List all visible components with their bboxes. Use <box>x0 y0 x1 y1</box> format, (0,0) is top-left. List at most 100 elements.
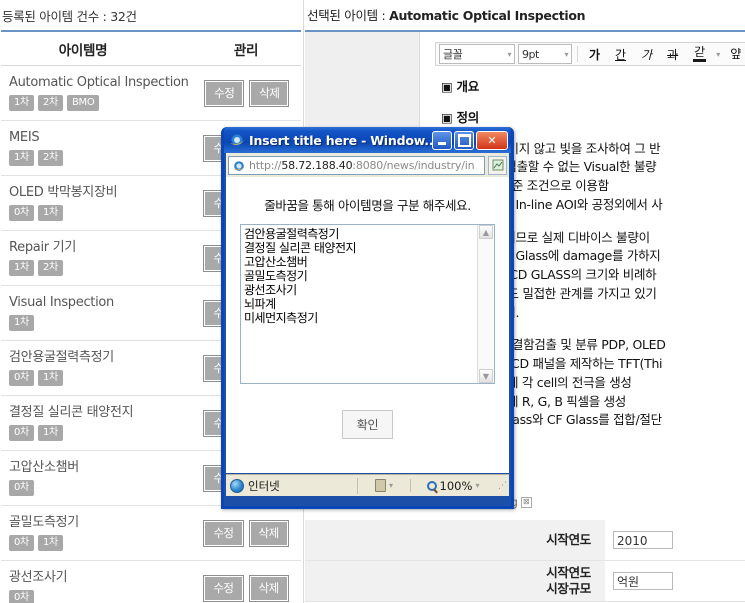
item-badges: 1차 2차 <box>9 149 187 166</box>
heading-overview: ▣ 개요 <box>441 79 479 94</box>
status-badge: 1차 <box>37 204 63 221</box>
highlight-icon: 얖 <box>730 48 741 60</box>
status-badge: 1차 <box>9 259 34 276</box>
strikethrough-button[interactable]: 과 <box>661 45 684 64</box>
lock-icon <box>374 479 386 492</box>
field-label: 시작연도 시장규모 <box>305 561 605 601</box>
chevron-down-icon[interactable]: ▾ <box>389 481 393 490</box>
chevron-down-icon: ▾ <box>564 49 568 59</box>
scroll-down-icon[interactable]: ▼ <box>479 369 493 383</box>
selected-item-prefix: 선택된 아이템 : <box>307 8 390 23</box>
item-name[interactable]: 결정질 실리콘 태양전지 <box>9 405 187 421</box>
status-badge: 1차 <box>37 534 63 551</box>
url-input[interactable]: http://58.72.188.40:8080/news/industry/i… <box>228 155 485 175</box>
item-name[interactable]: Repair 기기 <box>9 240 187 256</box>
minimize-button[interactable] <box>432 130 452 150</box>
zoom-control[interactable]: 100% ▾ <box>411 479 495 493</box>
item-name[interactable]: 광선조사기 <box>9 570 187 586</box>
item-name[interactable]: 골밀도측정기 <box>9 515 187 531</box>
url-text: http://58.72.188.40:8080/news/industry/i… <box>249 158 475 172</box>
status-badge: 0차 <box>9 204 34 221</box>
maximize-button[interactable] <box>454 130 474 150</box>
security-zone-label: 인터넷 <box>248 478 280 493</box>
row-actions: 수정삭제 <box>191 519 301 547</box>
window-controls: ✕ <box>432 130 508 150</box>
status-badge: 1차 <box>9 149 34 166</box>
status-badge: 2차 <box>37 94 63 111</box>
remove-attachment-icon[interactable]: ⊠ <box>520 496 532 508</box>
status-badge: 0차 <box>9 589 34 603</box>
bold-button[interactable]: 가 <box>583 45 606 64</box>
field-input[interactable]: 2010 <box>613 531 673 549</box>
close-button[interactable]: ✕ <box>476 130 508 150</box>
textarea-scrollbar[interactable]: ▲ ▼ <box>477 225 494 383</box>
delete-button[interactable]: 삭제 <box>248 574 289 602</box>
item-info: 광선조사기 0차 <box>1 562 191 603</box>
status-badge: 1차 <box>37 369 63 386</box>
status-badge: 0차 <box>9 424 34 441</box>
delete-button[interactable]: 삭제 <box>248 519 289 547</box>
item-badges: 0차 1차 <box>9 204 187 221</box>
status-badge: BMO <box>66 94 100 111</box>
column-header-manage: 관리 <box>233 42 259 59</box>
item-name[interactable]: 검안용굴절력측정기 <box>9 350 187 366</box>
list-column-headers: 아이템명 관리 <box>1 32 301 66</box>
item-info: 검안용굴절력측정기 0차 1차 <box>1 342 191 393</box>
table-row[interactable]: Automatic Optical Inspection 1차 2차 BMO 수정 삭제 <box>1 66 301 121</box>
edit-button[interactable]: 수정 <box>203 574 244 602</box>
internet-explorer-icon <box>229 132 245 148</box>
resize-grip-icon[interactable]: ⋰ <box>495 481 509 491</box>
screen: 등록된 아이템 건수 : 32건 아이템명 관리 Automatic Optic… <box>0 0 745 603</box>
status-bar: 인터넷 ▾ 100% ▾ ⋰ <box>226 474 509 496</box>
highlight-glyph: 얖 <box>730 47 742 61</box>
security-zone: 인터넷 <box>226 477 358 494</box>
underline-button[interactable]: 간 <box>609 45 632 64</box>
edit-button[interactable]: 수정 <box>204 79 245 107</box>
font-color-button[interactable]: 갇 <box>687 45 712 64</box>
protected-mode-indicator[interactable]: ▾ <box>358 479 411 492</box>
item-name[interactable]: OLED 박막봉지장비 <box>9 185 187 201</box>
field-label: 시작연도 <box>305 520 605 560</box>
column-header-name: 아이템명 <box>58 42 108 59</box>
dialog-footer: 확인 <box>226 384 509 439</box>
font-family-select[interactable]: 글꼴 ▾ <box>439 44 515 64</box>
chevron-down-icon[interactable]: ▾ <box>475 481 479 490</box>
delete-button[interactable]: 삭제 <box>249 79 290 107</box>
edit-button[interactable]: 수정 <box>203 519 244 547</box>
row-actions: 수정삭제 <box>193 79 301 107</box>
field-input[interactable]: 억원 <box>613 572 673 590</box>
field-row: 시작연도 2010 <box>305 520 745 561</box>
item-info: 골밀도측정기 0차 1차 <box>1 507 191 558</box>
highlight-color-button[interactable]: 얖 <box>724 45 745 64</box>
table-row[interactable]: 광선조사기 0차 수정 삭제 <box>1 561 301 603</box>
editor-toolbar: 글꼴 ▾ 9pt ▾ 가 간 가 과 갇 ▾ 얖 <box>435 42 745 66</box>
selected-item-name: Automatic Optical Inspection <box>389 8 586 23</box>
italic-button[interactable]: 가 <box>635 45 658 64</box>
field-row: 시작연도 시장규모 억원 <box>305 561 745 602</box>
item-names-textarea[interactable]: 검안용굴절력측정기 결정질 실리콘 태양전지 고압산소챔버 골밀도측정기 광선조… <box>241 225 477 383</box>
selected-item-line: 선택된 아이템 : Automatic Optical Inspection <box>305 0 745 30</box>
item-info: MEIS 1차 2차 <box>1 122 191 173</box>
window-titlebar[interactable]: Insert title here - Window... ✕ <box>224 127 511 153</box>
item-name[interactable]: Automatic Optical Inspection <box>9 75 189 91</box>
item-name[interactable]: MEIS <box>9 130 187 146</box>
window-title: Insert title here - Window... <box>249 132 432 148</box>
table-row[interactable]: 골밀도측정기 0차 1차 수정 삭제 <box>1 506 301 561</box>
item-name[interactable]: 고압산소챔버 <box>9 460 187 476</box>
item-badges: 1차 2차 BMO <box>9 94 189 111</box>
globe-icon <box>230 478 244 493</box>
address-bar: http://58.72.188.40:8080/news/industry/i… <box>226 153 509 177</box>
item-badges: 1차 <box>9 314 187 331</box>
row-actions: 수정삭제 <box>191 574 301 602</box>
item-info: Visual Inspection 1차 <box>1 287 191 338</box>
confirm-button[interactable]: 확인 <box>341 410 394 439</box>
go-button[interactable] <box>488 155 507 175</box>
popup-window: Insert title here - Window... ✕ http://5… <box>221 127 514 509</box>
metadata-fields: 시작연도 2010 시작연도 시장규모 억원 <box>305 520 745 602</box>
item-name[interactable]: Visual Inspection <box>9 295 187 311</box>
item-badges: 0차 <box>9 479 187 496</box>
scroll-up-icon[interactable]: ▲ <box>479 225 493 239</box>
font-size-select[interactable]: 9pt ▾ <box>518 44 572 64</box>
chevron-down-icon[interactable]: ▾ <box>715 50 721 59</box>
url-path: :8080/news/industry/in <box>352 158 475 172</box>
